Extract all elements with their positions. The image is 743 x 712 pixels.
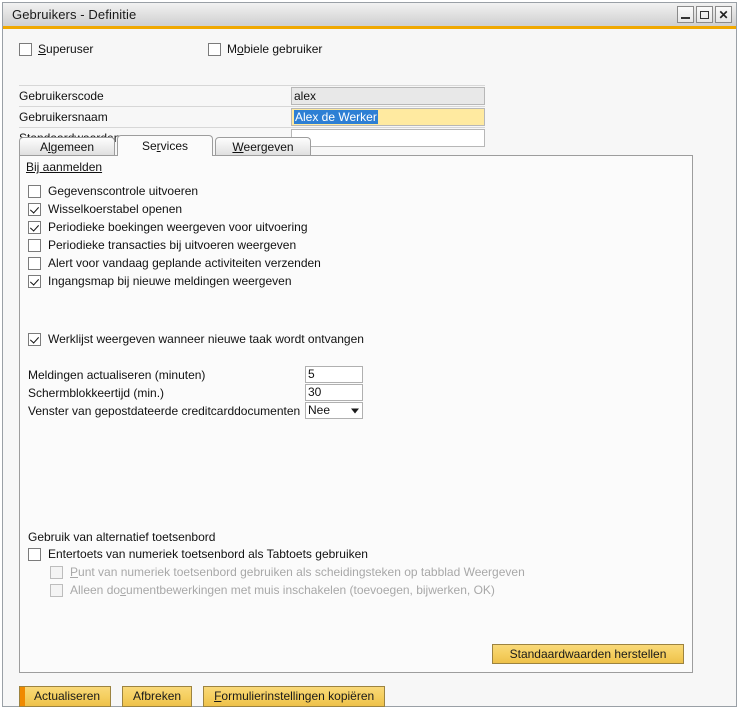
checkbox-periodieke-boekingen-label: Periodieke boekingen weergeven voor uitv… bbox=[48, 220, 308, 234]
label-gebruikerscode: Gebruikerscode bbox=[19, 88, 104, 103]
minimize-button[interactable] bbox=[677, 6, 694, 23]
close-button[interactable]: ✕ bbox=[715, 6, 732, 23]
label-schermblokkeertijd: Schermblokkeertijd (min.) bbox=[28, 385, 165, 400]
checkbox-alert-activiteiten-box[interactable] bbox=[28, 256, 41, 270]
minimize-icon bbox=[681, 16, 690, 19]
checkbox-werklijst-box[interactable] bbox=[28, 332, 41, 346]
checkbox-punt-scheidingsteken-label: Punt van numeriek toetsenbord gebruiken … bbox=[70, 565, 525, 579]
field-creditcarddocumenten: Venster van gepostdateerde creditcarddoc… bbox=[28, 402, 363, 419]
tab-algemeen-label: Algemeen bbox=[39, 140, 95, 154]
tab-weergeven[interactable]: Weergeven bbox=[215, 137, 311, 156]
checkbox-gegevenscontrole[interactable]: Gegevenscontrole uitvoeren bbox=[28, 184, 198, 198]
titlebar: Gebruikers - Definitie ✕ bbox=[3, 3, 736, 29]
window-controls: ✕ bbox=[677, 6, 732, 23]
select-creditcarddocumenten[interactable]: Nee bbox=[305, 402, 363, 419]
checkbox-periodieke-transacties-label: Periodieke transacties bij uitvoeren wee… bbox=[48, 238, 297, 252]
checkbox-gegevenscontrole-box[interactable] bbox=[28, 184, 41, 198]
tab-algemeen[interactable]: Algemeen bbox=[19, 137, 115, 156]
checkbox-superuser-label: Superuser bbox=[38, 42, 94, 56]
checkbox-periodieke-transacties[interactable]: Periodieke transacties bij uitvoeren wee… bbox=[28, 238, 296, 252]
restore-defaults-button[interactable]: Standaardwaarden herstellen bbox=[492, 644, 684, 664]
checkbox-entertoets-label: Entertoets van numeriek toetsenbord als … bbox=[48, 547, 368, 561]
checkbox-alleen-documentbewerkingen: Alleen documentbewerkingen met muis insc… bbox=[50, 583, 495, 597]
label-creditcarddocumenten: Venster van gepostdateerde creditcarddoc… bbox=[28, 403, 301, 418]
chevron-down-icon bbox=[351, 408, 359, 413]
update-button[interactable]: Actualiseren bbox=[19, 685, 112, 707]
checkbox-punt-scheidingsteken: Punt van numeriek toetsenbord gebruiken … bbox=[50, 565, 525, 579]
checkbox-wisselkoerstabel-box[interactable] bbox=[28, 202, 41, 216]
label-gebruikersnaam: Gebruikersnaam bbox=[19, 109, 108, 124]
checkbox-alleen-documentbewerkingen-label: Alleen documentbewerkingen met muis insc… bbox=[70, 583, 495, 597]
checkbox-ingangsmap-label: Ingangsmap bij nieuwe meldingen weergeve… bbox=[48, 274, 292, 288]
checkbox-periodieke-transacties-box[interactable] bbox=[28, 238, 41, 252]
section-title-bij-aanmelden: Bij aanmelden bbox=[26, 160, 103, 174]
checkbox-gegevenscontrole-label: Gegevenscontrole uitvoeren bbox=[48, 184, 199, 198]
top-options-row: Superuser Mobiele gebruiker bbox=[19, 42, 479, 60]
checkbox-wisselkoerstabel-label: Wisselkoerstabel openen bbox=[48, 202, 183, 216]
tabstrip: Algemeen Services Weergeven bbox=[19, 135, 709, 156]
maximize-button[interactable] bbox=[696, 6, 713, 23]
field-row-username: Gebruikersnaam Alex de Werker bbox=[19, 107, 485, 126]
copy-form-settings-button[interactable]: Formulierinstellingen kopiëren bbox=[203, 685, 386, 707]
tab-services-label: Services bbox=[141, 139, 189, 153]
dialog-window: Gebruikers - Definitie ✕ Superuser Mobie… bbox=[2, 2, 737, 707]
checkbox-ingangsmap[interactable]: Ingangsmap bij nieuwe meldingen weergeve… bbox=[28, 274, 292, 288]
tab-weergeven-label: Weergeven bbox=[232, 140, 294, 154]
window-title: Gebruikers - Definitie bbox=[12, 7, 137, 22]
label-meldingen-actualiseren: Meldingen actualiseren (minuten) bbox=[28, 367, 206, 382]
checkbox-alleen-documentbewerkingen-box bbox=[50, 583, 63, 597]
field-schermblokkeertijd: Schermblokkeertijd (min.) 30 bbox=[28, 384, 363, 401]
input-gebruikersnaam-selection: Alex de Werker bbox=[294, 109, 378, 124]
checkbox-entertoets[interactable]: Entertoets van numeriek toetsenbord als … bbox=[28, 547, 368, 561]
input-schermblokkeertijd[interactable]: 30 bbox=[305, 384, 363, 401]
close-icon: ✕ bbox=[718, 7, 729, 22]
tab-panel-services: Bij aanmelden Gegevenscontrole uitvoeren… bbox=[19, 155, 693, 673]
input-gebruikersnaam[interactable]: Alex de Werker bbox=[291, 107, 485, 126]
checkbox-werklijst[interactable]: Werklijst weergeven wanneer nieuwe taak … bbox=[28, 332, 380, 346]
checkbox-mobile-user-label: Mobiele gebruiker bbox=[227, 42, 323, 56]
tab-services[interactable]: Services bbox=[117, 135, 213, 156]
field-meldingen-actualiseren: Meldingen actualiseren (minuten) 5 bbox=[28, 366, 363, 383]
input-meldingen-actualiseren[interactable]: 5 bbox=[305, 366, 363, 383]
checkbox-punt-scheidingsteken-box bbox=[50, 565, 63, 579]
checkbox-superuser[interactable]: Superuser bbox=[19, 42, 93, 56]
checkbox-alert-activiteiten[interactable]: Alert voor vandaag geplande activiteiten… bbox=[28, 256, 321, 270]
checkbox-mobile-user-box[interactable] bbox=[208, 42, 221, 56]
checkbox-werklijst-label: Werklijst weergeven wanneer nieuwe taak … bbox=[48, 332, 364, 346]
field-row-usercode: Gebruikerscode alex bbox=[19, 86, 485, 105]
checkbox-mobile-user[interactable]: Mobiele gebruiker bbox=[208, 42, 322, 56]
input-gebruikerscode[interactable]: alex bbox=[291, 86, 485, 105]
checkbox-periodieke-boekingen[interactable]: Periodieke boekingen weergeven voor uitv… bbox=[28, 220, 308, 234]
maximize-icon bbox=[700, 10, 709, 19]
checkbox-alert-activiteiten-label: Alert voor vandaag geplande activiteiten… bbox=[48, 256, 321, 270]
section-title-toetsenbord: Gebruik van alternatief toetsenbord bbox=[28, 530, 216, 544]
cancel-button[interactable]: Afbreken bbox=[122, 685, 193, 707]
footer-buttons: Actualiseren Afbreken Formulierinstellin… bbox=[19, 685, 386, 707]
checkbox-periodieke-boekingen-box[interactable] bbox=[28, 220, 41, 234]
checkbox-wisselkoerstabel[interactable]: Wisselkoerstabel openen bbox=[28, 202, 182, 216]
checkbox-ingangsmap-box[interactable] bbox=[28, 274, 41, 288]
checkbox-superuser-box[interactable] bbox=[19, 42, 32, 56]
select-creditcarddocumenten-value: Nee bbox=[308, 403, 331, 417]
dialog-body: Superuser Mobiele gebruiker Gebruikersco… bbox=[3, 29, 736, 707]
checkbox-entertoets-box[interactable] bbox=[28, 547, 41, 561]
